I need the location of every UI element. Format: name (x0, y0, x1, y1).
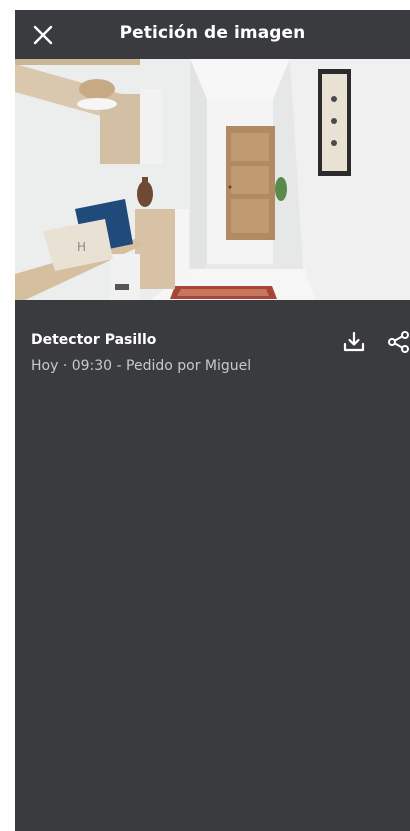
svg-text:H: H (77, 240, 86, 254)
device-name: Detector Pasillo (31, 332, 157, 348)
snapshot-meta: Hoy · 09:30 - Pedido por Miguel (31, 358, 252, 374)
download-icon (343, 331, 365, 352)
page-title: Petición de imagen (119, 23, 306, 43)
image-request-screen: Petición de imagen H Detector Pasillo Ho… (15, 10, 410, 831)
snapshot-details: Detector Pasillo Hoy · 09:30 - Pedido po… (15, 300, 410, 390)
top-bar: Petición de imagen (15, 10, 410, 59)
share-button[interactable] (386, 329, 410, 355)
download-button[interactable] (341, 329, 367, 355)
hallway-photo: H (15, 59, 410, 300)
snapshot-image[interactable]: H (15, 59, 410, 300)
share-icon (388, 331, 409, 353)
